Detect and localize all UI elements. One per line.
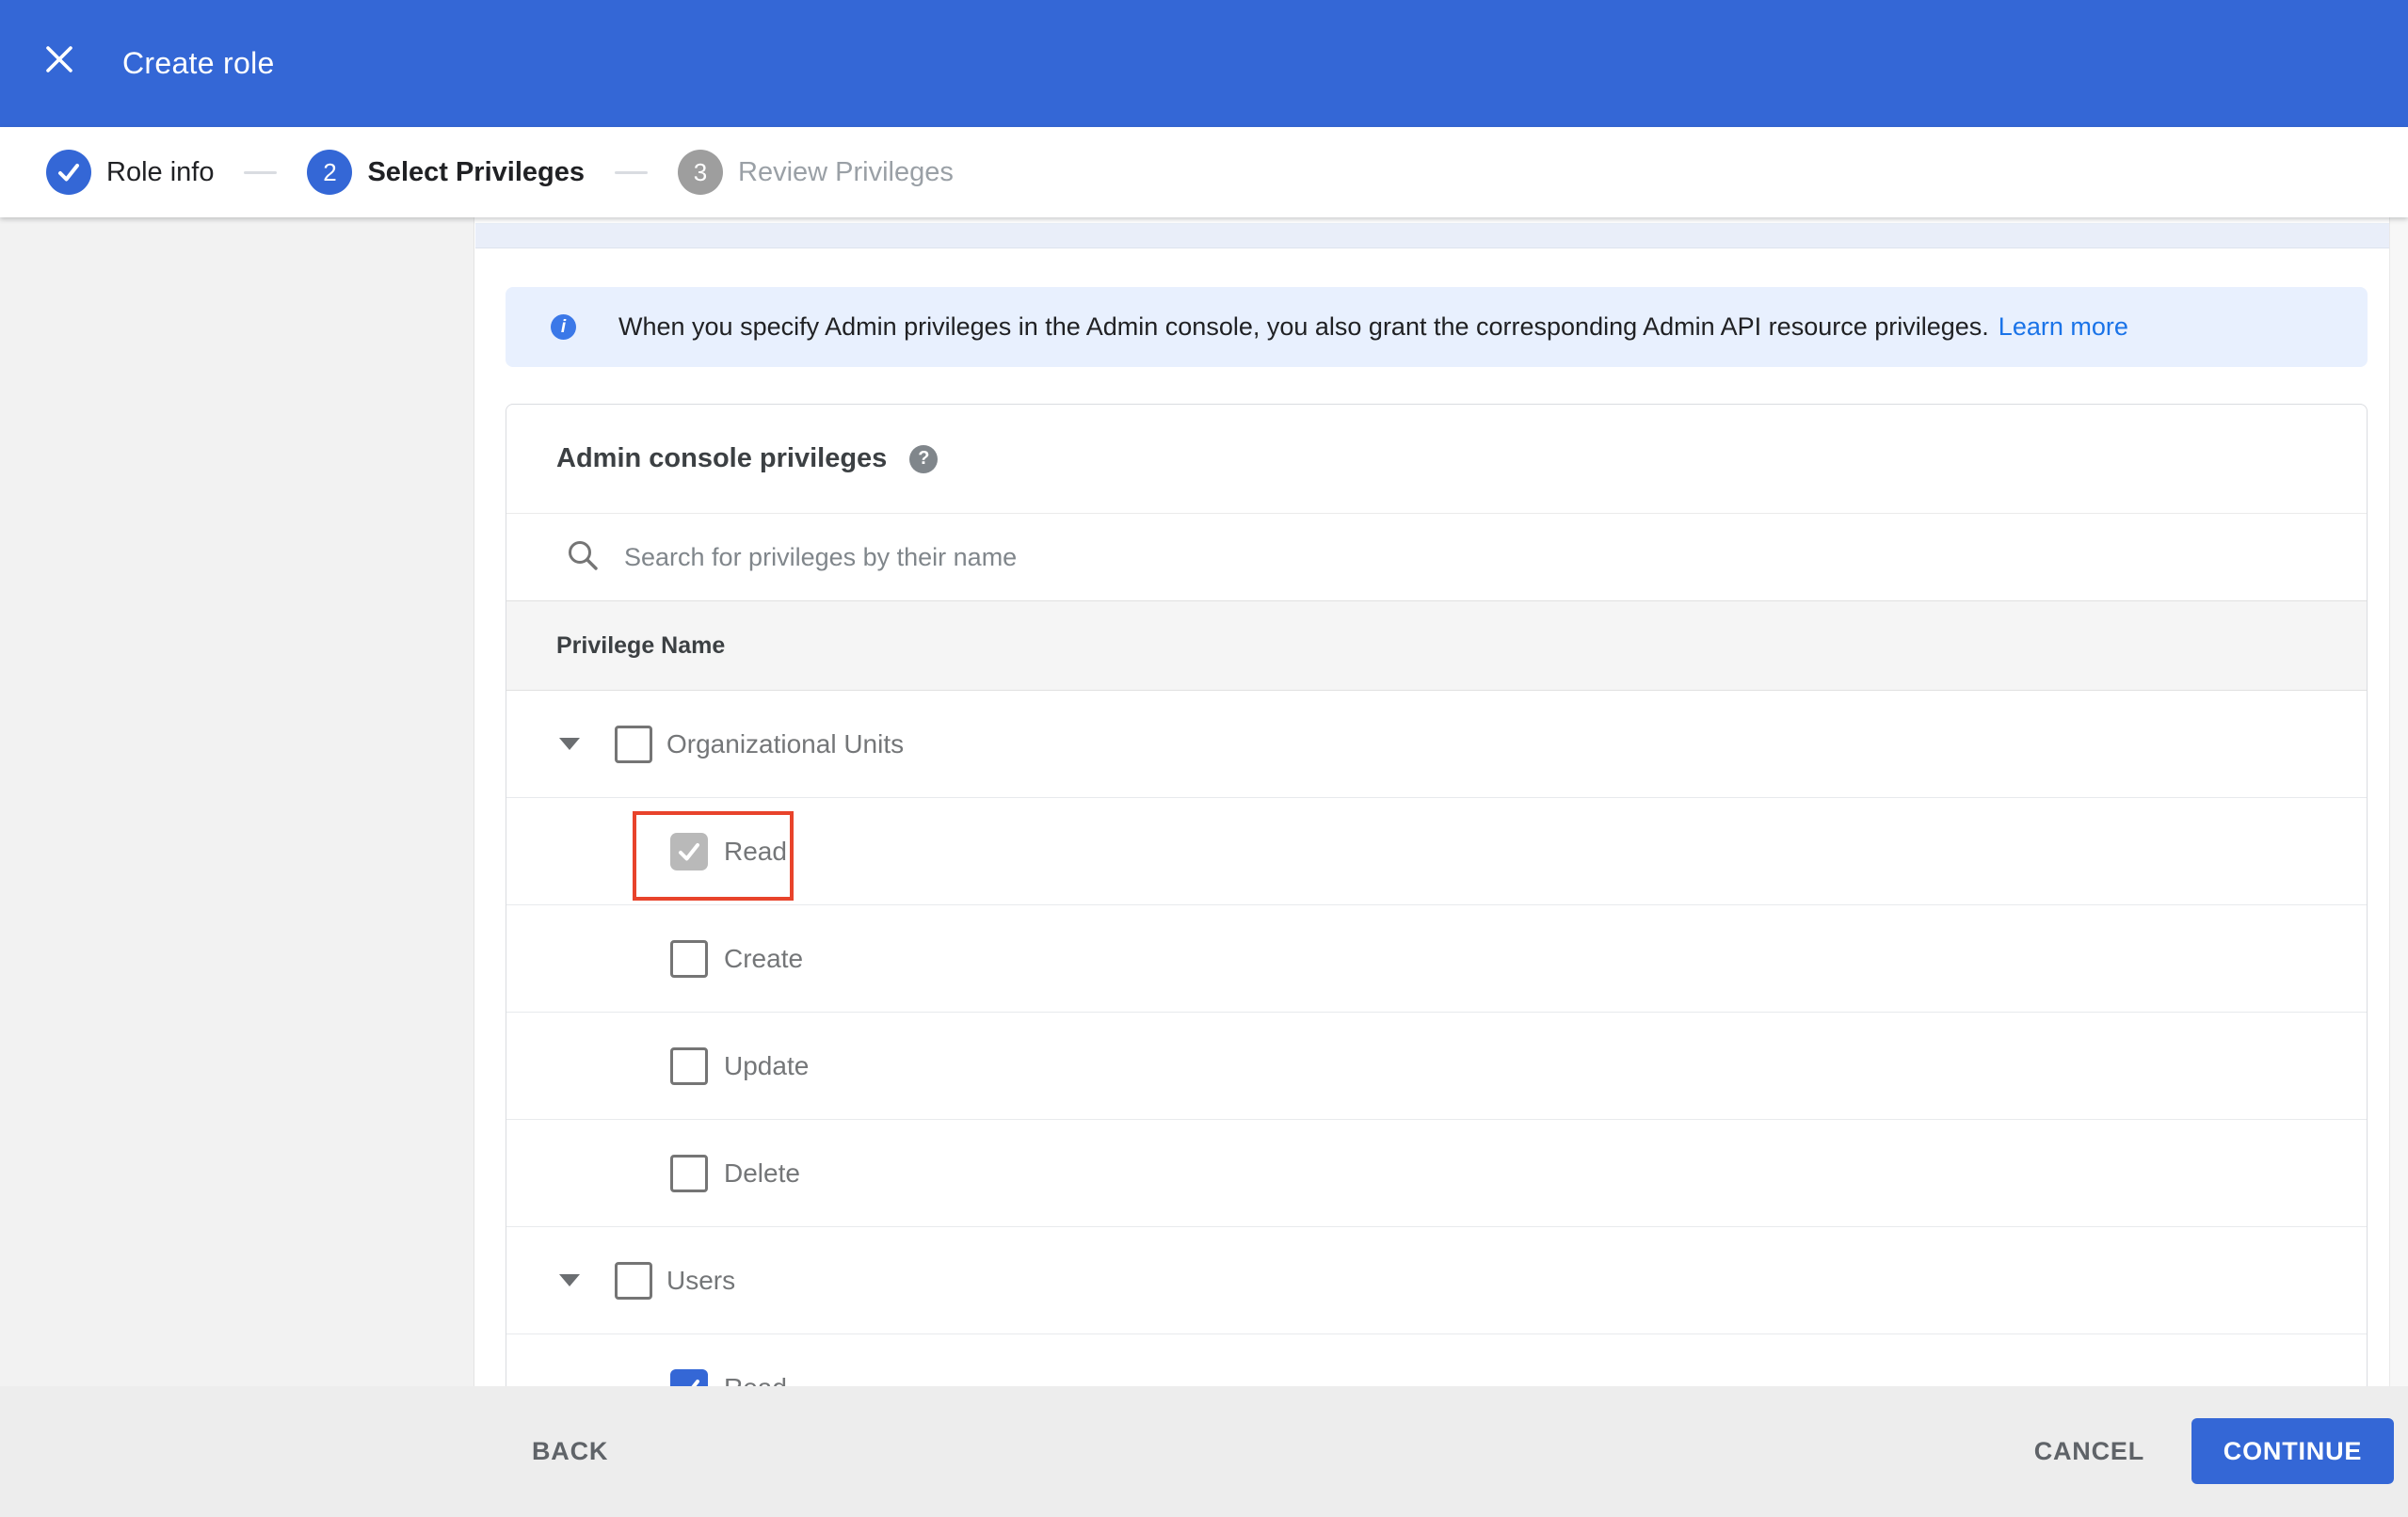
privilege-checkbox[interactable] bbox=[670, 832, 708, 870]
step-number-circle: 2 bbox=[307, 150, 353, 195]
table-row: Read bbox=[506, 798, 2367, 905]
privilege-label: Read bbox=[724, 836, 787, 866]
privilege-checkbox[interactable] bbox=[670, 939, 708, 978]
admin-privileges-card: Admin console privileges ? Privilege Nam… bbox=[506, 404, 2368, 1386]
privilege-label: Read bbox=[724, 1373, 787, 1387]
step-label: Role info bbox=[106, 156, 215, 187]
expand-arrow-icon[interactable] bbox=[559, 1274, 580, 1286]
info-banner: i When you specify Admin privileges in t… bbox=[506, 287, 2368, 367]
step-select-privileges[interactable]: 2 Select Privileges bbox=[307, 150, 585, 195]
privilege-checkbox[interactable] bbox=[670, 1154, 708, 1192]
back-button[interactable]: BACK bbox=[532, 1418, 608, 1484]
stepper-dash bbox=[615, 170, 648, 174]
cancel-button[interactable]: CANCEL bbox=[2034, 1437, 2144, 1466]
banner-text: When you specify Admin privileges in the… bbox=[618, 312, 1989, 341]
create-role-dialog: Create role Role info 2 Select Privilege… bbox=[0, 0, 2408, 1517]
privilege-name-column-header: Privilege Name bbox=[506, 600, 2367, 691]
table-row: Create bbox=[506, 905, 2367, 1013]
info-icon: i bbox=[551, 314, 576, 340]
table-row: Read bbox=[506, 1334, 2367, 1386]
footer-right-group: CANCEL CONTINUE bbox=[2034, 1418, 2394, 1484]
card-header: Admin console privileges ? bbox=[506, 405, 2367, 514]
wizard-stepper: Role info 2 Select Privileges 3 Review P… bbox=[0, 127, 2408, 217]
search-input[interactable] bbox=[624, 542, 2130, 572]
expand-arrow-icon[interactable] bbox=[559, 738, 580, 750]
stepper-dash bbox=[244, 170, 278, 174]
dialog-body: i When you specify Admin privileges in t… bbox=[0, 217, 2408, 1386]
privilege-checkbox[interactable] bbox=[670, 1368, 708, 1386]
step-label: Select Privileges bbox=[367, 156, 585, 187]
privilege-label: Update bbox=[724, 1050, 810, 1080]
learn-more-link[interactable]: Learn more bbox=[1999, 312, 2128, 342]
scrollable-content: i When you specify Admin privileges in t… bbox=[475, 217, 2389, 1386]
footer-action-bar: BACK CANCEL CONTINUE bbox=[0, 1386, 2408, 1517]
step-number-circle: 3 bbox=[678, 150, 723, 195]
step-done-circle bbox=[46, 150, 91, 195]
table-row: Users bbox=[506, 1227, 2367, 1334]
step-role-info[interactable]: Role info bbox=[46, 150, 214, 195]
step-label: Review Privileges bbox=[738, 156, 954, 187]
privilege-checkbox[interactable] bbox=[615, 725, 652, 763]
question-circle-icon[interactable]: ? bbox=[909, 444, 939, 473]
privilege-label: Create bbox=[724, 943, 804, 973]
scrollbar-track[interactable] bbox=[2389, 217, 2408, 1386]
left-gutter-panel bbox=[0, 217, 474, 1386]
privilege-checkbox[interactable] bbox=[670, 1046, 708, 1085]
step-review-privileges[interactable]: 3 Review Privileges bbox=[678, 150, 954, 195]
privilege-checkbox[interactable] bbox=[615, 1261, 652, 1300]
privilege-label: Delete bbox=[724, 1158, 800, 1188]
dialog-header: Create role bbox=[0, 0, 2408, 127]
search-icon bbox=[566, 538, 600, 577]
table-row: Update bbox=[506, 1013, 2367, 1120]
close-icon[interactable] bbox=[43, 43, 75, 75]
table-row: Delete bbox=[506, 1120, 2367, 1227]
scrolled-section-edge bbox=[475, 223, 2389, 248]
privilege-label: Users bbox=[666, 1265, 736, 1295]
privileges-table-body: Organizational Units Read Create Update Dele… bbox=[506, 691, 2367, 1386]
card-title: Admin console privileges bbox=[556, 443, 888, 473]
table-row: Organizational Units bbox=[506, 691, 2367, 798]
page-title: Create role bbox=[122, 46, 275, 80]
privilege-label: Organizational Units bbox=[666, 728, 905, 758]
privilege-search-row bbox=[506, 514, 2367, 600]
continue-button[interactable]: CONTINUE bbox=[2191, 1418, 2394, 1484]
